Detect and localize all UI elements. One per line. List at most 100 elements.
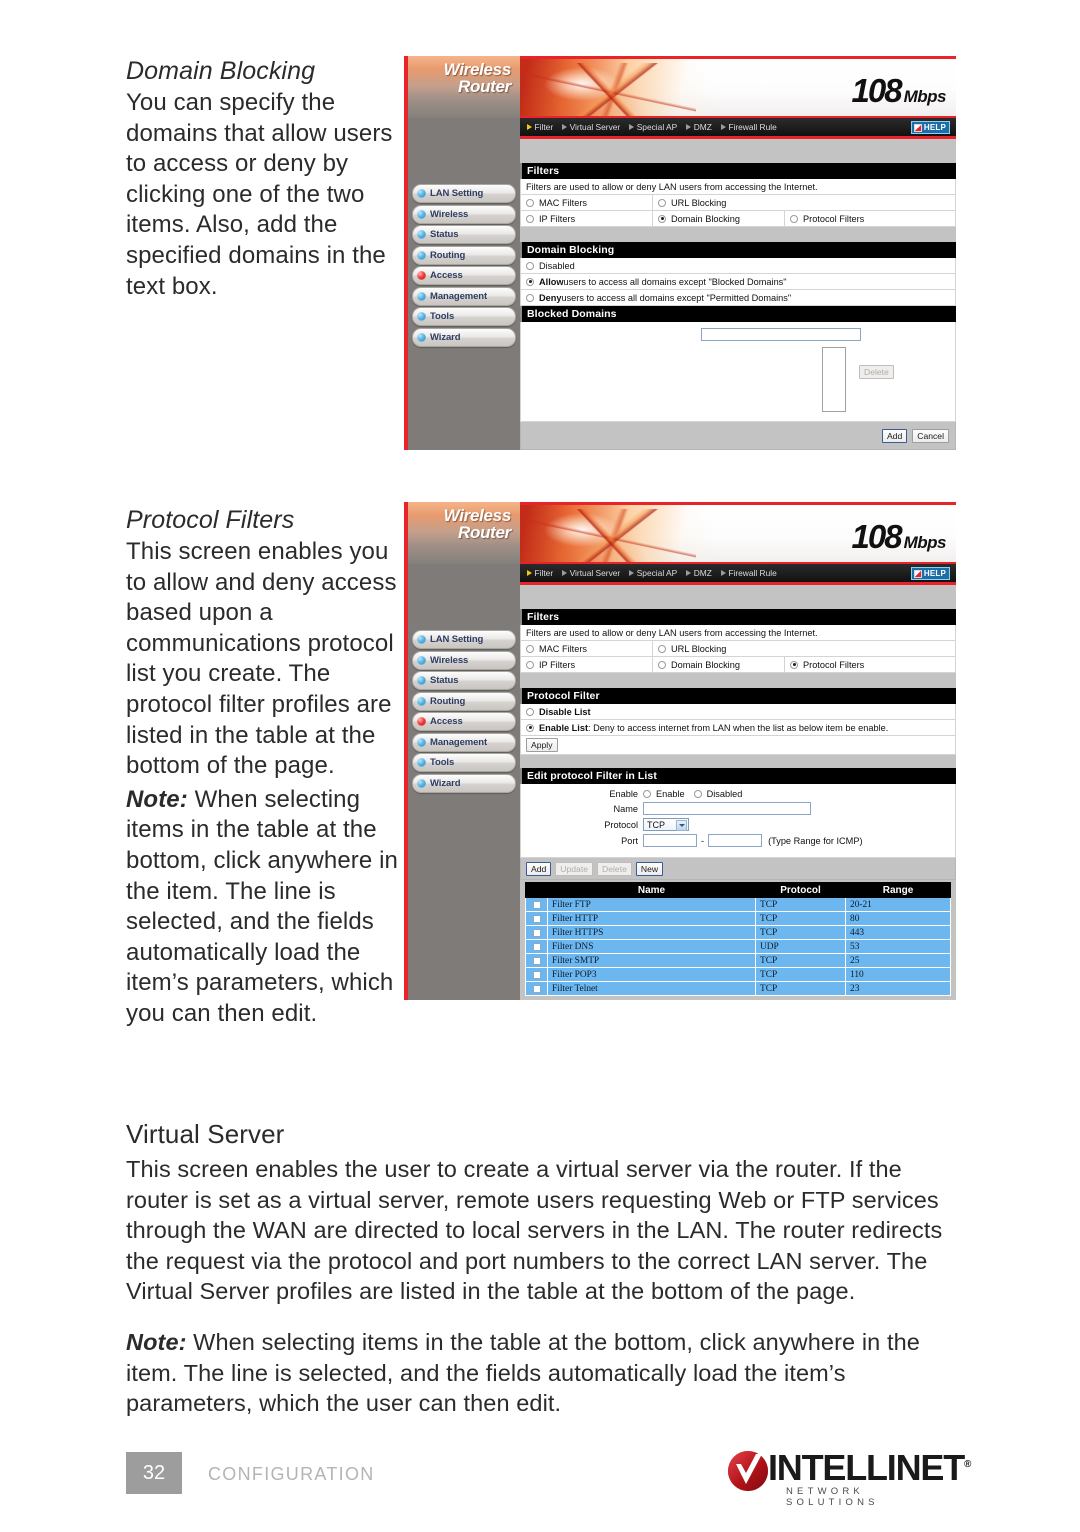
checkbox-icon[interactable] [532, 970, 541, 979]
domain-mode-allow[interactable]: Allow users to access all domains except… [520, 274, 956, 290]
table-header-row: Name Protocol Range [525, 882, 951, 899]
table-row[interactable]: Filter SMTP TCP 25 [525, 953, 951, 969]
table-row[interactable]: Filter HTTP TCP 80 [525, 911, 951, 927]
checkbox-icon[interactable] [532, 942, 541, 951]
sidebar-item-tools[interactable]: Tools [412, 307, 516, 326]
port-from-input[interactable] [643, 834, 697, 848]
row-checkbox-cell[interactable] [525, 981, 548, 997]
sidebar-item-status[interactable]: Status [412, 671, 516, 690]
sidebar-item-access[interactable]: Access [412, 712, 516, 731]
sidebar-item-wizard[interactable]: Wizard [412, 327, 516, 347]
radio-icon[interactable] [643, 790, 651, 799]
delete-domain-button[interactable]: Delete [859, 365, 894, 380]
table-row[interactable]: Filter DNS UDP 53 [525, 939, 951, 955]
sidebar-item-wizard[interactable]: Wizard [412, 773, 516, 793]
sidebar-item-tools[interactable]: Tools [412, 753, 516, 772]
sidebar-item-access[interactable]: Access [412, 266, 516, 285]
topnav-item-dmz[interactable]: DMZ [686, 568, 712, 578]
sidebar-item-lan-setting[interactable]: LAN Setting [412, 630, 516, 649]
filter-option-domain-blocking[interactable]: Domain Blocking [653, 657, 785, 672]
table-row[interactable]: Filter FTP TCP 20-21 [525, 897, 951, 913]
row-checkbox-cell[interactable] [525, 953, 548, 969]
row-checkbox-cell[interactable] [525, 925, 548, 941]
row-checkbox-cell[interactable] [525, 939, 548, 955]
filter-option-protocol-filters[interactable]: Protocol Filters [785, 211, 955, 226]
checkbox-icon[interactable] [532, 914, 541, 923]
table-row[interactable]: Filter POP3 TCP 110 [525, 967, 951, 983]
topnav-item-virtual-server[interactable]: Virtual Server [562, 568, 620, 578]
filter-option-mac-filters[interactable]: MAC Filters [521, 195, 653, 210]
option-label: Disable List [539, 706, 591, 717]
sidebar-item-lan-setting[interactable]: LAN Setting [412, 184, 516, 203]
chevron-right-icon [686, 124, 692, 130]
bullet-icon [417, 696, 426, 706]
domain-mode-disabled[interactable]: Disabled [520, 258, 956, 274]
sidebar-item-wireless[interactable]: Wireless [412, 650, 516, 670]
note-label: Note: [126, 1328, 187, 1355]
row-checkbox-cell[interactable] [525, 897, 548, 913]
domain-mode-deny[interactable]: Deny users to access all domains except … [520, 290, 956, 306]
delete-button[interactable]: Delete [597, 861, 632, 876]
topnav-item-firewall-rule[interactable]: Firewall Rule [720, 122, 777, 132]
port-to-input[interactable] [708, 834, 763, 848]
blocked-domains-listbox[interactable] [822, 347, 846, 412]
protocol-filter-disable-list[interactable]: Disable List [520, 704, 956, 720]
topnav-item-firewall-rule[interactable]: Firewall Rule [720, 568, 777, 578]
filter-option-mac-filters[interactable]: MAC Filters [521, 641, 653, 656]
new-button[interactable]: New [635, 861, 664, 876]
protocol-filter-enable-list[interactable]: Enable List : Deny to access internet fr… [520, 720, 956, 736]
table-row[interactable]: Filter HTTPS TCP 443 [525, 925, 951, 941]
update-button[interactable]: Update [555, 861, 594, 876]
sidebar-item-management[interactable]: Management [412, 732, 516, 752]
add-button[interactable]: Add [526, 861, 552, 876]
filter-option-ip-filters[interactable]: IP Filters [521, 211, 653, 226]
option-label: Protocol Filters [803, 659, 865, 670]
filter-option-protocol-filters[interactable]: Protocol Filters [785, 657, 955, 672]
radio-icon [658, 644, 666, 653]
topnav-item-special-ap[interactable]: Special AP [629, 122, 677, 132]
checkbox-icon[interactable] [532, 984, 541, 993]
name-input[interactable] [643, 802, 811, 816]
disabled-radio-label: Disabled [706, 789, 743, 800]
option-label: MAC Filters [539, 643, 587, 654]
row-checkbox-cell[interactable] [525, 911, 548, 927]
sidebar-item-wireless[interactable]: Wireless [412, 204, 516, 224]
add-button[interactable]: Add [881, 429, 908, 444]
help-button[interactable]: HELP [910, 121, 950, 134]
checkbox-icon[interactable] [532, 900, 541, 909]
name-field-label: Name [613, 803, 638, 814]
sidebar-item-routing[interactable]: Routing [412, 245, 516, 265]
topnav-item-filter[interactable]: Filter [527, 122, 553, 132]
filter-option-url-blocking[interactable]: URL Blocking [653, 195, 955, 210]
sidebar-item-label: Tools [430, 757, 455, 768]
filter-option-domain-blocking[interactable]: Domain Blocking [653, 211, 785, 226]
filter-option-url-blocking[interactable]: URL Blocking [653, 641, 955, 656]
table-row[interactable]: Filter Telnet TCP 23 [525, 981, 951, 997]
topnav-item-virtual-server[interactable]: Virtual Server [562, 122, 620, 132]
help-button[interactable]: HELP [910, 567, 950, 580]
topnav-item-filter[interactable]: Filter [527, 568, 553, 578]
checkbox-icon[interactable] [532, 928, 541, 937]
protocol-select[interactable]: TCP [643, 818, 689, 832]
apply-button[interactable]: Apply [526, 738, 558, 753]
filter-option-ip-filters[interactable]: IP Filters [521, 657, 653, 672]
row-checkbox-cell[interactable] [525, 967, 548, 983]
chevron-down-icon [676, 820, 687, 832]
brand-line-2: Router [458, 523, 511, 542]
topnav-item-dmz[interactable]: DMZ [686, 122, 712, 132]
topnav-item-special-ap[interactable]: Special AP [629, 568, 677, 578]
topnav-label: Filter [534, 122, 554, 132]
option-label: URL Blocking [671, 643, 727, 654]
router-content-area: 108 Mbps Filter Virtual Server Special AP… [520, 502, 956, 1001]
blocked-domain-input[interactable] [701, 328, 861, 341]
cancel-button[interactable]: Cancel [912, 429, 949, 444]
radio-icon[interactable] [693, 790, 702, 799]
bullet-icon [417, 737, 426, 747]
row-name: Filter Telnet [547, 981, 756, 997]
row-name: Filter HTTP [547, 911, 756, 927]
checkbox-icon[interactable] [532, 956, 541, 965]
sidebar-item-status[interactable]: Status [412, 225, 516, 244]
sidebar-item-management[interactable]: Management [412, 286, 516, 306]
topnav-label: Filter [534, 568, 554, 578]
sidebar-item-routing[interactable]: Routing [412, 691, 516, 711]
